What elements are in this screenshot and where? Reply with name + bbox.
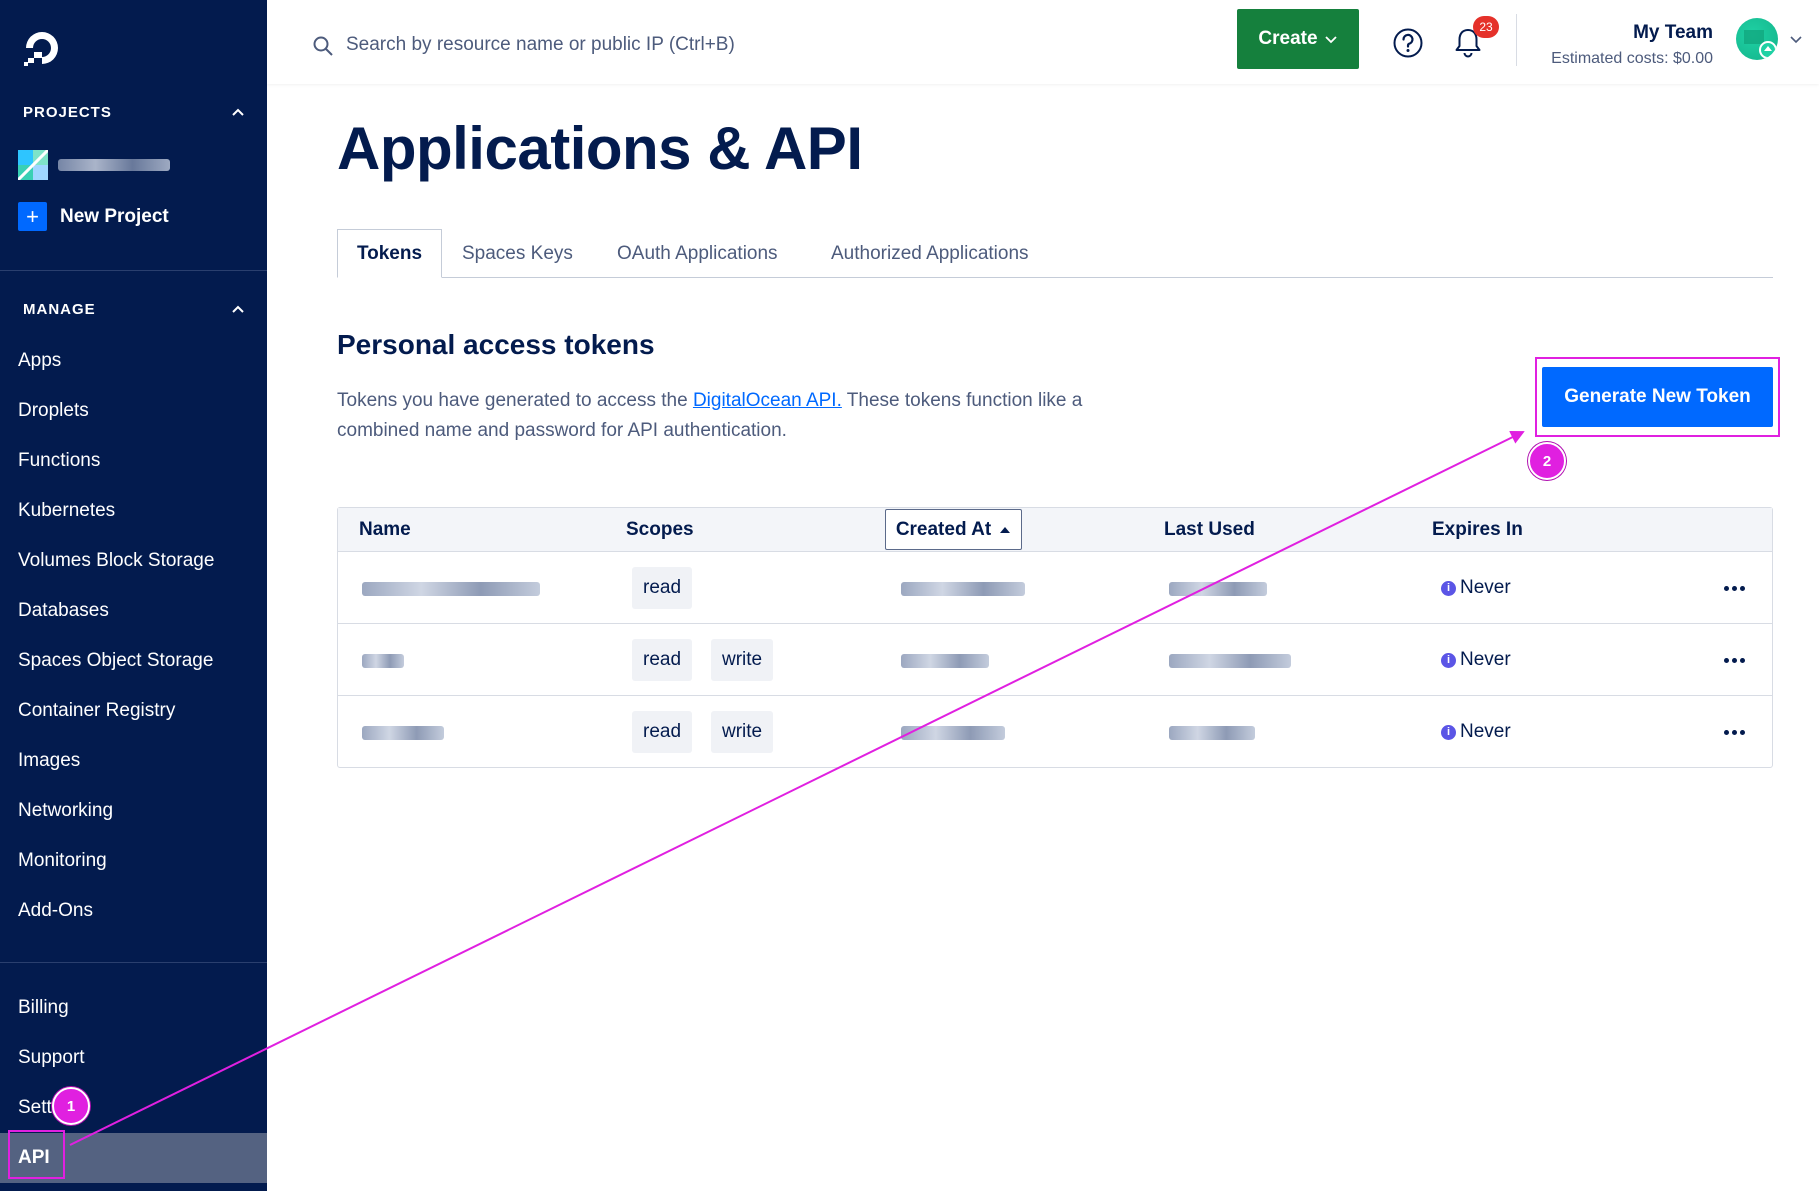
created-at-redacted — [901, 726, 1005, 740]
column-header-created-at[interactable]: Created At — [885, 509, 1022, 550]
tab-tokens[interactable]: Tokens — [337, 229, 442, 278]
team-name[interactable]: My Team — [1633, 22, 1713, 44]
table-row: read write i Never — [338, 696, 1772, 768]
tokens-table: Name Scopes Created At Last Used Expires… — [337, 507, 1773, 768]
top-bar: Create 23 My Team Estimated costs: $0.00 — [267, 0, 1819, 84]
column-header-scopes: Scopes — [626, 519, 694, 540]
tokens-description: Tokens you have generated to access the … — [337, 386, 1097, 446]
help-icon[interactable] — [1392, 27, 1424, 59]
create-button[interactable]: Create — [1237, 9, 1359, 69]
token-name-redacted — [362, 726, 444, 740]
project-item[interactable] — [18, 150, 170, 180]
project-icon — [18, 150, 48, 180]
tab-bar: Tokens Spaces Keys OAuth Applications Au… — [337, 229, 1773, 278]
sidebar-item-container-registry[interactable]: Container Registry — [18, 700, 175, 722]
description-text-before: Tokens you have generated to access the — [337, 390, 693, 411]
table-row: read i Never — [338, 552, 1772, 624]
expires-value: Never — [1460, 649, 1511, 670]
sidebar-item-settings[interactable]: Sett — [18, 1097, 52, 1119]
table-row: read write i Never — [338, 624, 1772, 696]
scope-badge: read — [632, 711, 693, 753]
sidebar-item-databases[interactable]: Databases — [18, 600, 109, 622]
avatar[interactable] — [1736, 18, 1778, 60]
sidebar-item-functions[interactable]: Functions — [18, 450, 100, 472]
sidebar-item-volumes[interactable]: Volumes Block Storage — [18, 550, 214, 572]
sidebar-item-apps[interactable]: Apps — [18, 350, 61, 372]
projects-section-header[interactable]: PROJECTS — [23, 100, 245, 124]
more-options-button[interactable] — [1714, 576, 1754, 600]
chevron-up-icon — [232, 108, 244, 116]
sidebar-item-images[interactable]: Images — [18, 750, 80, 772]
scope-badge: read — [632, 639, 693, 681]
new-project-button[interactable]: + New Project — [18, 202, 169, 231]
scope-badge: write — [711, 711, 774, 753]
page-title: Applications & API — [337, 115, 863, 182]
sidebar-item-billing[interactable]: Billing — [18, 997, 69, 1019]
estimated-costs: Estimated costs: $0.00 — [1551, 50, 1713, 67]
expires-value: Never — [1460, 577, 1511, 598]
column-header-expires-in: Expires In — [1432, 519, 1523, 540]
digitalocean-logo-icon[interactable] — [20, 26, 64, 70]
last-used-redacted — [1169, 726, 1255, 740]
sidebar-item-support[interactable]: Support — [18, 1047, 85, 1069]
annotation-highlight-box — [8, 1130, 65, 1179]
project-name-redacted — [58, 159, 170, 171]
tab-oauth-applications[interactable]: OAuth Applications — [617, 229, 778, 278]
more-options-button[interactable] — [1714, 648, 1754, 672]
created-at-redacted — [901, 582, 1025, 596]
sidebar-divider — [0, 270, 267, 271]
created-at-redacted — [901, 654, 989, 668]
column-header-name: Name — [359, 519, 411, 540]
last-used-redacted — [1169, 582, 1267, 596]
info-icon[interactable]: i — [1441, 652, 1456, 668]
new-project-label: New Project — [60, 205, 169, 227]
scope-badge: read — [632, 567, 693, 609]
notifications-button[interactable]: 23 — [1452, 16, 1499, 62]
chevron-up-icon — [232, 305, 244, 313]
token-name-redacted — [362, 582, 540, 596]
digitalocean-api-link[interactable]: DigitalOcean API. — [693, 390, 842, 411]
column-header-last-used: Last Used — [1164, 519, 1255, 540]
notifications-count-badge: 23 — [1473, 16, 1499, 38]
annotation-step-2-marker: 2 — [1528, 442, 1566, 480]
tab-authorized-applications[interactable]: Authorized Applications — [831, 229, 1029, 278]
annotation-step-1-marker: 1 — [52, 1087, 90, 1125]
chevron-down-icon[interactable] — [1789, 32, 1803, 46]
sidebar-item-kubernetes[interactable]: Kubernetes — [18, 500, 115, 522]
more-options-button[interactable] — [1714, 720, 1754, 744]
sidebar: PROJECTS + New Project MANAGE Apps Dropl… — [0, 0, 267, 1191]
sidebar-item-add-ons[interactable]: Add-Ons — [18, 900, 93, 922]
create-label: Create — [1258, 28, 1318, 49]
plus-icon: + — [18, 202, 47, 231]
sidebar-divider — [0, 962, 267, 963]
expires-in: i Never — [1441, 552, 1511, 624]
search-icon — [313, 36, 333, 56]
expires-in: i Never — [1441, 624, 1511, 696]
generate-new-token-button[interactable]: Generate New Token — [1542, 367, 1773, 427]
tab-spaces-keys[interactable]: Spaces Keys — [462, 229, 573, 278]
sidebar-item-monitoring[interactable]: Monitoring — [18, 850, 107, 872]
token-name-redacted — [362, 654, 404, 668]
sidebar-item-droplets[interactable]: Droplets — [18, 400, 89, 422]
projects-heading: PROJECTS — [23, 103, 112, 121]
expires-in: i Never — [1441, 696, 1511, 768]
manage-heading: MANAGE — [23, 300, 96, 318]
last-used-redacted — [1169, 654, 1291, 668]
scope-badge: write — [711, 639, 774, 681]
chevron-down-icon — [1324, 36, 1337, 44]
sidebar-item-networking[interactable]: Networking — [18, 800, 113, 822]
info-icon[interactable]: i — [1441, 580, 1456, 596]
sidebar-item-spaces[interactable]: Spaces Object Storage — [18, 650, 213, 672]
table-header: Name Scopes Created At Last Used Expires… — [338, 508, 1772, 552]
search-input[interactable] — [346, 28, 866, 62]
sort-ascending-icon — [1000, 526, 1011, 533]
column-header-created-at-label: Created At — [895, 518, 992, 540]
info-icon[interactable]: i — [1441, 724, 1456, 740]
topbar-separator — [1516, 14, 1517, 66]
manage-section-header[interactable]: MANAGE — [23, 297, 245, 321]
section-title: Personal access tokens — [337, 329, 655, 360]
expires-value: Never — [1460, 721, 1511, 742]
